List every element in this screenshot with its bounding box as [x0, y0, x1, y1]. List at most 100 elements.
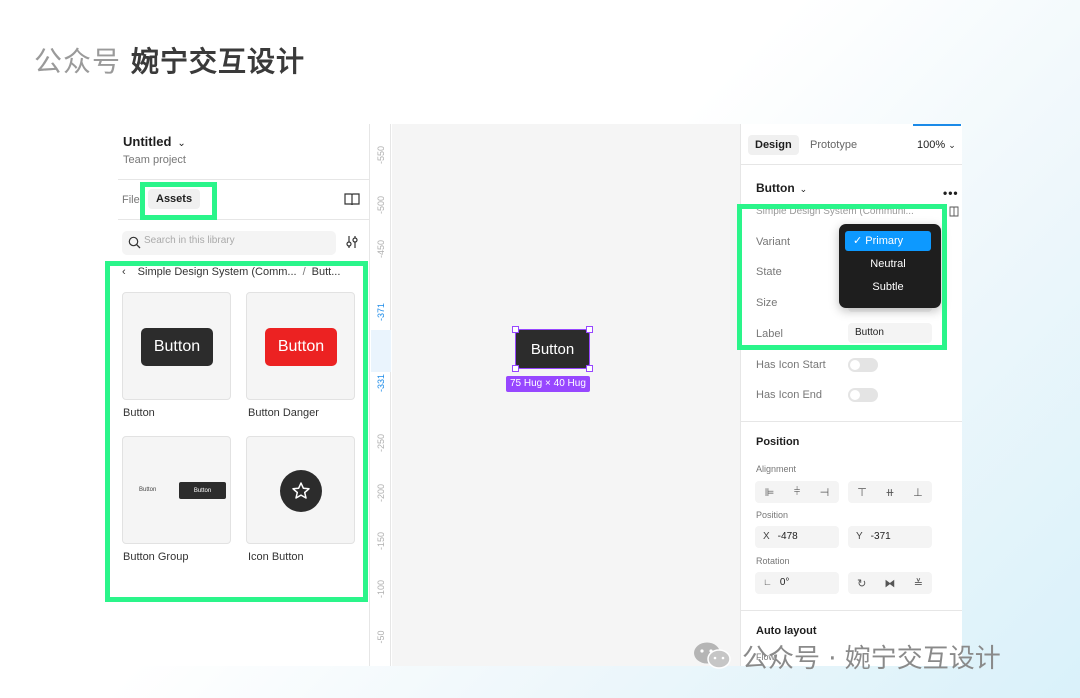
x-axis-label: X: [763, 531, 770, 542]
chevron-down-icon: ⌄: [948, 140, 956, 150]
zoom-level: 100%: [917, 139, 946, 151]
ruler-tick-selected: -371: [376, 302, 386, 321]
search-icon: [128, 236, 141, 249]
state-label: State: [756, 266, 782, 278]
variant-dropdown: ✓ Primary Neutral Subtle: [839, 224, 941, 308]
resize-handle-bottom-right[interactable]: [586, 365, 593, 372]
resize-handle-top-left[interactable]: [512, 326, 519, 333]
button-group-preview-text: Button: [139, 487, 157, 493]
align-center-horizontal-icon[interactable]: ⫩: [794, 486, 800, 499]
divider: [741, 421, 962, 422]
left-panel: Untitled ⌄ Team project File Assets ‹ Simp…: [118, 124, 370, 666]
size-badge: 75 Hug × 40 Hug: [506, 376, 590, 392]
x-position-input[interactable]: X -478: [755, 526, 839, 548]
tab-assets[interactable]: Assets: [148, 189, 201, 209]
position-label: Position: [756, 510, 789, 520]
accent-line: [913, 124, 961, 126]
asset-card-button-group[interactable]: Button Button: [122, 436, 231, 544]
check-icon: ✓: [853, 235, 866, 247]
search-box: [122, 231, 336, 255]
brand-prefix: 公众号: [34, 45, 122, 78]
variant-option-subtle[interactable]: Subtle: [845, 277, 931, 297]
ruler-tick: -250: [376, 433, 386, 452]
chevron-left-icon[interactable]: ‹: [122, 266, 126, 278]
chevron-down-icon: ⌄: [177, 138, 186, 149]
asset-card-icon-button[interactable]: [246, 436, 355, 544]
transform-group: ↻ ⧓ ≚: [848, 572, 932, 594]
vertical-alignment-group: ⊤ ⧺ ⊥: [848, 481, 932, 503]
brand-title: 公众号 婉宁交互设计: [34, 40, 305, 80]
selection-box: [515, 329, 590, 369]
breadcrumb-separator: /: [302, 266, 306, 278]
search-input[interactable]: [144, 235, 324, 246]
y-value: -371: [870, 531, 891, 542]
rotation-label: Rotation: [756, 556, 790, 566]
ruler-tick: -500: [376, 195, 386, 214]
wechat-icon: [694, 642, 731, 669]
divider: [118, 219, 369, 220]
library-book-icon[interactable]: [344, 192, 360, 206]
position-section-title: Position: [756, 436, 800, 448]
variant-option-primary[interactable]: ✓ Primary: [845, 231, 931, 251]
auto-layout-section-title: Auto layout: [756, 625, 817, 637]
button-danger-preview: Button: [265, 328, 337, 366]
variant-option-neutral[interactable]: Neutral: [845, 254, 931, 274]
zoom-menu[interactable]: 100% ⌄: [917, 139, 956, 151]
ruler-selection-band: [371, 330, 391, 372]
y-axis-label: Y: [856, 531, 863, 542]
asset-label: Button Group: [123, 551, 189, 563]
has-icon-start-toggle[interactable]: [848, 358, 878, 372]
resize-handle-top-right[interactable]: [586, 326, 593, 333]
flip-vertical-icon[interactable]: ≚: [914, 577, 923, 590]
has-icon-end-label: Has Icon End: [756, 389, 823, 401]
label-input[interactable]: Button: [848, 323, 932, 343]
variant-label: Variant: [756, 236, 791, 248]
component-name-menu[interactable]: Button ⌄: [756, 181, 807, 195]
has-icon-start-label: Has Icon Start: [756, 359, 826, 371]
align-bottom-icon[interactable]: ⊥: [913, 486, 923, 499]
button-group-preview-button: Button: [179, 482, 226, 499]
align-right-icon[interactable]: ⊣: [820, 486, 830, 499]
asset-label: Button: [123, 407, 155, 419]
design-app: Untitled ⌄ Team project File Assets ‹ Simp…: [105, 124, 962, 666]
divider: [741, 164, 962, 165]
ruler-tick: -550: [376, 145, 386, 164]
has-icon-end-toggle[interactable]: [848, 388, 878, 402]
rotation-input[interactable]: ∟ 0°: [755, 572, 839, 594]
alignment-label: Alignment: [756, 464, 797, 474]
file-title: Untitled: [123, 134, 172, 149]
rotation-value: 0°: [779, 577, 790, 588]
align-left-icon[interactable]: ⊫: [765, 486, 775, 499]
star-icon: [292, 482, 310, 499]
tab-file[interactable]: File: [122, 194, 140, 206]
tab-prototype[interactable]: Prototype: [810, 139, 857, 151]
tab-design[interactable]: Design: [748, 135, 799, 155]
library-book-icon[interactable]: [949, 206, 959, 217]
filter-sliders-icon[interactable]: [344, 234, 360, 250]
ruler-tick: -100: [376, 579, 386, 598]
file-title-menu[interactable]: Untitled ⌄: [123, 134, 186, 149]
align-top-icon[interactable]: ⊤: [857, 486, 867, 499]
component-library-link[interactable]: Simple Design System (Communi...: [756, 206, 936, 217]
resize-handle-bottom-left[interactable]: [512, 365, 519, 372]
size-label: Size: [756, 297, 778, 309]
ruler-tick: -150: [376, 531, 386, 550]
component-name: Button: [756, 181, 795, 195]
canvas[interactable]: Button 75 Hug × 40 Hug: [392, 124, 740, 666]
divider: [118, 179, 369, 180]
ruler-tick: -200: [376, 483, 386, 502]
more-options-icon[interactable]: •••: [943, 186, 959, 200]
angle-icon: ∟: [763, 577, 772, 587]
ruler-tick: -450: [376, 239, 386, 258]
asset-card-button-danger[interactable]: Button: [246, 292, 355, 400]
horizontal-alignment-group: ⊫ ⫩ ⊣: [755, 481, 839, 503]
align-middle-vertical-icon[interactable]: ⧺: [885, 486, 894, 499]
button-preview: Button: [141, 328, 213, 366]
rotate-icon[interactable]: ↻: [857, 577, 866, 590]
asset-card-button[interactable]: Button: [122, 292, 231, 400]
flip-horizontal-icon[interactable]: ⧓: [885, 577, 896, 590]
x-value: -478: [777, 531, 798, 542]
ruler-tick-selected: -331: [376, 373, 386, 392]
breadcrumb-library[interactable]: Simple Design System (Comm...: [138, 266, 297, 278]
y-position-input[interactable]: Y -371: [848, 526, 932, 548]
